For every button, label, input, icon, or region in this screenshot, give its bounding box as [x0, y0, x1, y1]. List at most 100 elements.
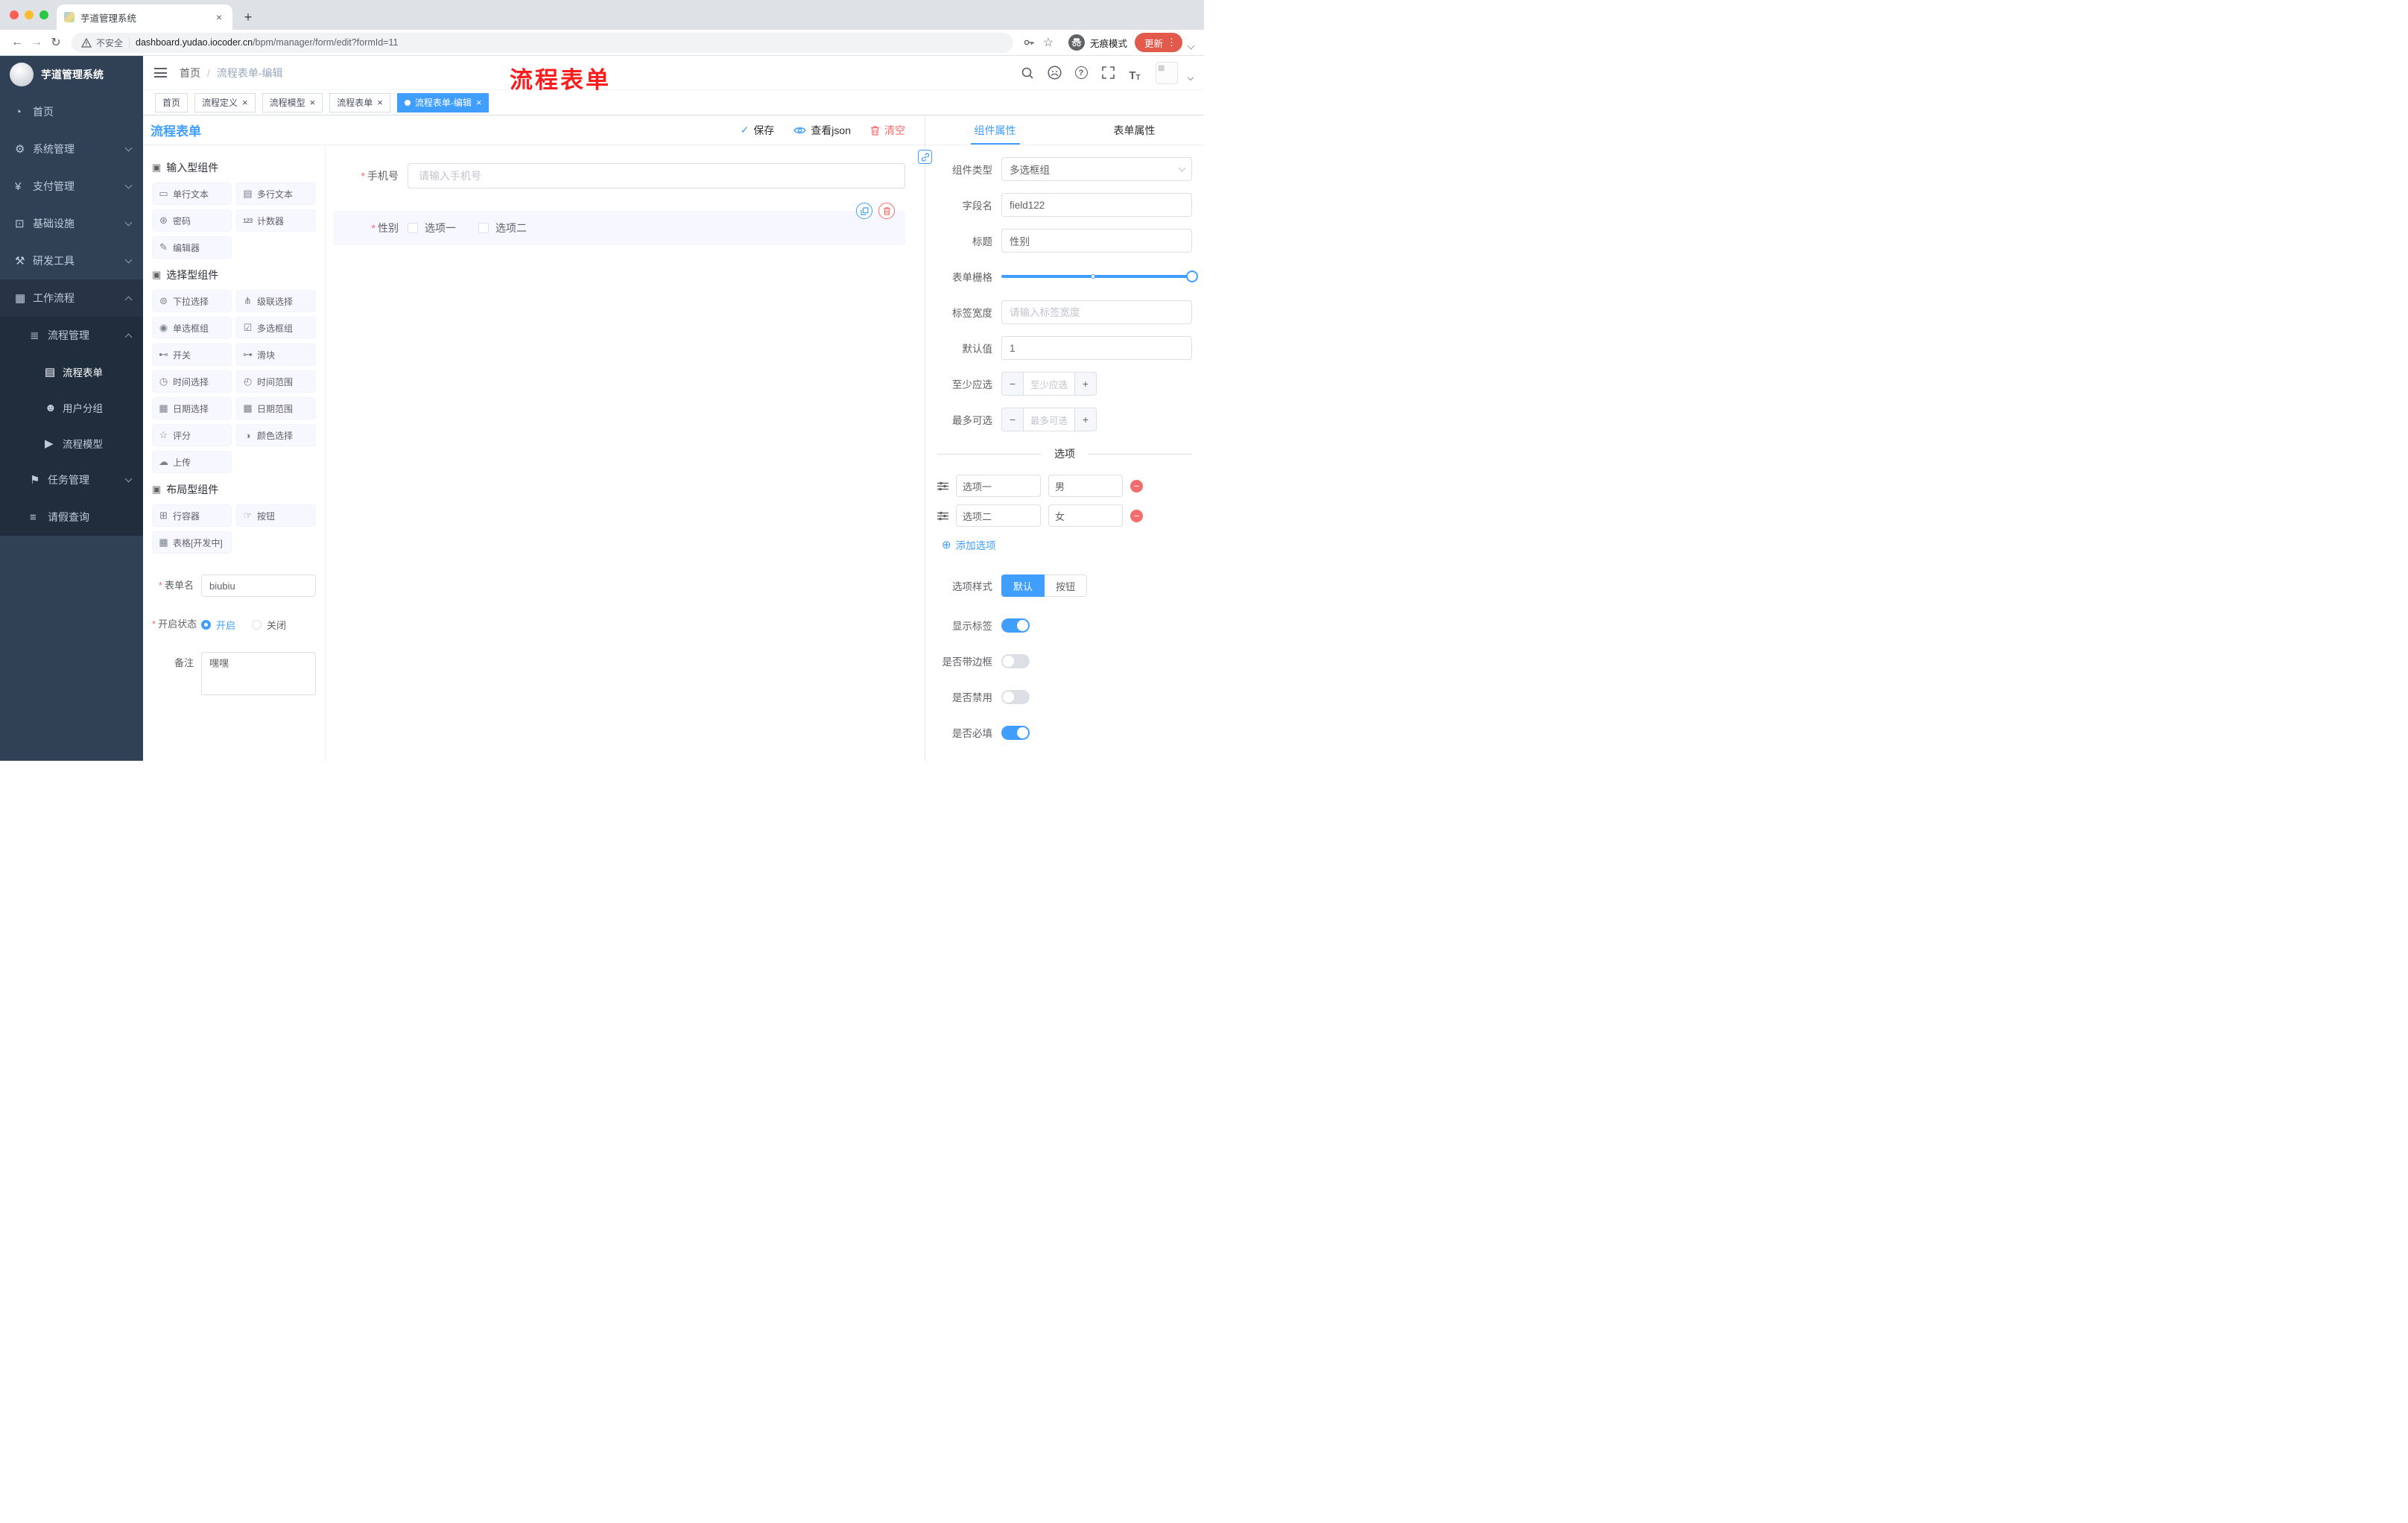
window-zoom-button[interactable] — [39, 10, 48, 19]
search-icon[interactable] — [1018, 64, 1036, 82]
github-icon[interactable] — [1045, 64, 1063, 82]
gender-option-2-checkbox[interactable]: 选项二 — [478, 221, 527, 235]
palette-item-row-container[interactable]: ⊞ 行容器 — [152, 504, 232, 527]
sidebar-item-payment[interactable]: ¥ 支付管理 — [0, 168, 143, 205]
tag-home[interactable]: 首页 — [155, 92, 188, 113]
sidebar-item-workflow[interactable]: ▦ 工作流程 — [0, 279, 143, 317]
status-on-radio[interactable]: 开启 — [201, 618, 235, 632]
link-icon[interactable] — [918, 150, 932, 164]
update-button[interactable]: 更新 ⋮ — [1134, 33, 1182, 52]
option-value-input[interactable] — [1048, 504, 1123, 527]
sidebar-item-system[interactable]: ⚙ 系统管理 — [0, 130, 143, 168]
slider-handle[interactable] — [1186, 270, 1198, 282]
save-button[interactable]: ✓ 保存 — [741, 123, 775, 138]
palette-item-select[interactable]: ⊚ 下拉选择 — [152, 290, 232, 312]
add-option-button[interactable]: ⊕ 添加选项 — [942, 537, 1192, 552]
sidebar-item-process-form[interactable]: ▤ 流程表单 — [0, 354, 143, 390]
bookmark-star-icon[interactable]: ☆ — [1039, 33, 1058, 52]
gender-field-block[interactable]: 性别 选项一 选项二 — [333, 203, 905, 245]
show-label-toggle[interactable] — [1001, 618, 1030, 633]
help-icon[interactable]: ? — [1072, 64, 1090, 82]
window-minimize-button[interactable] — [25, 10, 34, 19]
address-bar[interactable]: 不安全 dashboard.yudao.iocoder.cn /bpm/mana… — [72, 32, 1013, 53]
required-toggle[interactable] — [1001, 725, 1030, 740]
browser-tab[interactable]: 芋道管理系统 × — [57, 4, 232, 30]
phone-input[interactable] — [408, 163, 905, 189]
sidebar-item-leave-query[interactable]: ≡ 请假查询 — [0, 498, 143, 536]
sidebar-item-devtools[interactable]: ⚒ 研发工具 — [0, 242, 143, 279]
field-name-input[interactable] — [1001, 193, 1192, 217]
sidebar-logo[interactable]: 芋道管理系统 — [0, 56, 143, 93]
chevron-down-icon[interactable] — [1187, 42, 1195, 49]
palette-item-time-picker[interactable]: ◷ 时间选择 — [152, 370, 232, 393]
palette-item-date-range[interactable]: ▩ 日期范围 — [236, 397, 316, 419]
copy-field-button[interactable] — [856, 203, 872, 219]
breadcrumb-home[interactable]: 首页 — [180, 66, 200, 80]
palette-item-date-picker[interactable]: ▦ 日期选择 — [152, 397, 232, 419]
close-icon[interactable]: × — [242, 98, 248, 107]
window-close-button[interactable] — [10, 10, 19, 19]
style-button-button[interactable]: 按钮 — [1045, 574, 1088, 597]
palette-item-button[interactable]: ☞ 按钮 — [236, 504, 316, 527]
increase-button[interactable]: + — [1074, 373, 1096, 395]
close-icon[interactable]: × — [377, 98, 383, 107]
avatar-caret-icon[interactable] — [1187, 74, 1194, 80]
key-icon[interactable] — [1019, 33, 1039, 52]
title-input[interactable] — [1001, 229, 1192, 253]
security-label[interactable]: 不安全 — [96, 37, 123, 49]
clear-button[interactable]: 清空 — [870, 123, 905, 138]
remove-option-button[interactable]: − — [1130, 509, 1143, 522]
palette-item-multi-text[interactable]: ▤ 多行文本 — [236, 183, 316, 205]
grid-slider[interactable] — [1001, 265, 1198, 288]
palette-item-upload[interactable]: ☁ 上传 — [152, 451, 232, 473]
form-remark-textarea[interactable]: 嘿嘿 — [201, 652, 316, 695]
palette-item-time-range[interactable]: ◴ 时间范围 — [236, 370, 316, 393]
palette-item-password[interactable]: ⊛ 密码 — [152, 209, 232, 232]
sidebar-item-process-management[interactable]: ≣ 流程管理 — [0, 317, 143, 354]
sidebar-item-infrastructure[interactable]: ⊡ 基础设施 — [0, 205, 143, 242]
palette-item-cascader[interactable]: ⋔ 级联选择 — [236, 290, 316, 312]
drag-handle-icon[interactable] — [937, 481, 949, 491]
palette-item-color-picker[interactable]: ◑ 颜色选择 — [236, 424, 316, 446]
font-size-icon[interactable]: TT — [1126, 64, 1144, 82]
sidebar-item-process-model[interactable]: ▶ 流程模型 — [0, 425, 143, 461]
view-json-button[interactable]: 查看json — [793, 123, 851, 138]
default-value-input[interactable] — [1001, 336, 1192, 360]
sidebar-item-task-management[interactable]: ⚑ 任务管理 — [0, 461, 143, 498]
drag-handle-icon[interactable] — [937, 511, 949, 521]
reload-icon[interactable]: ↻ — [46, 33, 66, 52]
tab-form-props[interactable]: 表单属性 — [1065, 115, 1204, 145]
avatar[interactable]: ▦ — [1156, 61, 1178, 84]
browser-menu-icon[interactable]: ⋮ — [1167, 37, 1176, 48]
label-width-input[interactable] — [1001, 300, 1192, 324]
palette-item-counter[interactable]: 123 计数器 — [236, 209, 316, 232]
close-icon[interactable]: × — [476, 98, 482, 107]
palette-item-table[interactable]: ▦ 表格[开发中] — [152, 531, 232, 554]
increase-button[interactable]: + — [1074, 408, 1096, 431]
form-name-input[interactable] — [201, 574, 316, 597]
tag-process-form[interactable]: 流程表单 × — [329, 92, 390, 113]
palette-item-checkbox-group[interactable]: ☑ 多选框组 — [236, 317, 316, 339]
delete-field-button[interactable] — [878, 203, 895, 219]
fullscreen-icon[interactable] — [1099, 64, 1117, 82]
sidebar-item-home[interactable]: ◔ 首页 — [0, 93, 143, 130]
palette-item-switch[interactable]: ⊷ 开关 — [152, 343, 232, 366]
sidebar-item-user-group[interactable]: ☻ 用户分组 — [0, 390, 143, 425]
remove-option-button[interactable]: − — [1130, 479, 1143, 493]
component-type-select[interactable]: 多选框组 — [1001, 157, 1192, 181]
forward-icon[interactable]: → — [27, 33, 46, 52]
style-default-button[interactable]: 默认 — [1001, 574, 1045, 597]
palette-item-radio-group[interactable]: ◉ 单选框组 — [152, 317, 232, 339]
phone-field-row[interactable]: 手机号 — [333, 163, 905, 189]
new-tab-button[interactable]: + — [238, 7, 258, 27]
sidebar-toggle-icon[interactable] — [154, 68, 167, 77]
border-toggle[interactable] — [1001, 653, 1030, 668]
palette-item-single-text[interactable]: ▭ 单行文本 — [152, 183, 232, 205]
tab-component-props[interactable]: 组件属性 — [925, 115, 1065, 145]
tag-process-model[interactable]: 流程模型 × — [262, 92, 323, 113]
palette-item-editor[interactable]: ✎ 编辑器 — [152, 236, 232, 259]
close-icon[interactable]: × — [310, 98, 316, 107]
tag-process-definition[interactable]: 流程定义 × — [194, 92, 256, 113]
decrease-button[interactable]: − — [1002, 408, 1024, 431]
option-label-input[interactable] — [956, 475, 1041, 497]
